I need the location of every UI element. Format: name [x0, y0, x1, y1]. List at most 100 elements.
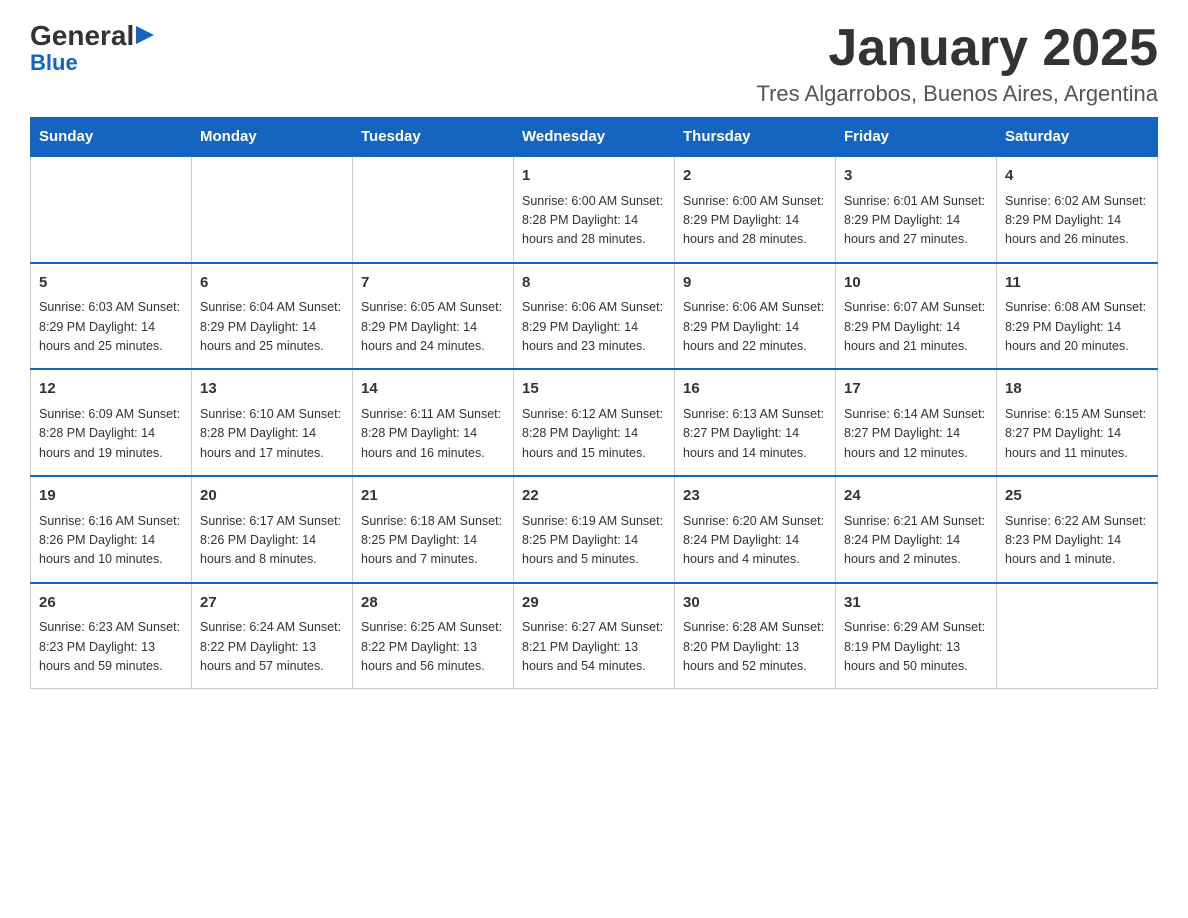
calendar-day: 28 Sunrise: 6:25 AM Sunset: 8:22 PM Dayli…	[353, 583, 514, 689]
day-info: Sunrise: 6:00 AM Sunset: 8:28 PM Dayligh…	[522, 192, 666, 250]
location-title: Tres Algarrobos, Buenos Aires, Argentina	[756, 81, 1158, 107]
calendar-day: 3 Sunrise: 6:01 AM Sunset: 8:29 PM Daylig…	[836, 156, 997, 263]
calendar-day: 25Sunrise: 6:22 AM Sunset: 8:23 PM Dayli…	[997, 476, 1158, 583]
calendar-day: 8 Sunrise: 6:06 AM Sunset: 8:29 PM Daylig…	[514, 263, 675, 370]
day-number: 24	[844, 485, 988, 508]
page-header: General Blue January 2025 Tres Algarrobo…	[30, 20, 1158, 107]
calendar-day	[353, 156, 514, 263]
calendar-week-row: 12 Sunrise: 6:09 AM Sunset: 8:28 PM Dayli…	[31, 369, 1158, 476]
logo-blue: Blue	[30, 52, 78, 74]
calendar-day: 10 Sunrise: 6:07 AM Sunset: 8:29 PM Dayli…	[836, 263, 997, 370]
calendar-week-row: 5Sunrise: 6:03 AM Sunset: 8:29 PM Daylig…	[31, 263, 1158, 370]
calendar-week-row: 1 Sunrise: 6:00 AM Sunset: 8:28 PM Daylig…	[31, 156, 1158, 263]
title-section: January 2025 Tres Algarrobos, Buenos Air…	[756, 20, 1158, 107]
day-number: 8	[522, 272, 666, 295]
day-info: Sunrise: 6:14 AM Sunset: 8:27 PM Dayligh…	[844, 405, 988, 463]
day-number: 23	[683, 485, 827, 508]
calendar-day: 21Sunrise: 6:18 AM Sunset: 8:25 PM Dayli…	[353, 476, 514, 583]
calendar-day: 5Sunrise: 6:03 AM Sunset: 8:29 PM Daylig…	[31, 263, 192, 370]
weekday-header-monday: Monday	[192, 118, 353, 157]
day-info: Sunrise: 6:10 AM Sunset: 8:28 PM Dayligh…	[200, 405, 344, 463]
calendar-day: 20 Sunrise: 6:17 AM Sunset: 8:26 PM Dayli…	[192, 476, 353, 583]
day-info: Sunrise: 6:06 AM Sunset: 8:29 PM Dayligh…	[522, 298, 666, 356]
day-info: Sunrise: 6:28 AM Sunset: 8:20 PM Dayligh…	[683, 618, 827, 676]
weekday-header-saturday: Saturday	[997, 118, 1158, 157]
day-number: 14	[361, 378, 505, 401]
calendar-day: 9 Sunrise: 6:06 AM Sunset: 8:29 PM Daylig…	[675, 263, 836, 370]
day-info: Sunrise: 6:06 AM Sunset: 8:29 PM Dayligh…	[683, 298, 827, 356]
calendar-day: 26Sunrise: 6:23 AM Sunset: 8:23 PM Dayli…	[31, 583, 192, 689]
logo: General Blue	[30, 20, 162, 74]
day-info: Sunrise: 6:27 AM Sunset: 8:21 PM Dayligh…	[522, 618, 666, 676]
day-info: Sunrise: 6:20 AM Sunset: 8:24 PM Dayligh…	[683, 512, 827, 570]
day-info: Sunrise: 6:18 AM Sunset: 8:25 PM Dayligh…	[361, 512, 505, 570]
day-info: Sunrise: 6:07 AM Sunset: 8:29 PM Dayligh…	[844, 298, 988, 356]
day-info: Sunrise: 6:15 AM Sunset: 8:27 PM Dayligh…	[1005, 405, 1149, 463]
day-number: 11	[1005, 272, 1149, 295]
day-number: 10	[844, 272, 988, 295]
day-number: 28	[361, 592, 505, 615]
day-number: 13	[200, 378, 344, 401]
calendar-day: 16 Sunrise: 6:13 AM Sunset: 8:27 PM Dayli…	[675, 369, 836, 476]
day-info: Sunrise: 6:03 AM Sunset: 8:29 PM Dayligh…	[39, 298, 183, 356]
day-number: 3	[844, 165, 988, 188]
weekday-header-wednesday: Wednesday	[514, 118, 675, 157]
day-info: Sunrise: 6:13 AM Sunset: 8:27 PM Dayligh…	[683, 405, 827, 463]
calendar-day: 31 Sunrise: 6:29 AM Sunset: 8:19 PM Dayli…	[836, 583, 997, 689]
calendar-day: 15Sunrise: 6:12 AM Sunset: 8:28 PM Dayli…	[514, 369, 675, 476]
day-info: Sunrise: 6:17 AM Sunset: 8:26 PM Dayligh…	[200, 512, 344, 570]
day-number: 20	[200, 485, 344, 508]
calendar-day	[997, 583, 1158, 689]
day-number: 29	[522, 592, 666, 615]
calendar-table: SundayMondayTuesdayWednesdayThursdayFrid…	[30, 117, 1158, 689]
day-info: Sunrise: 6:09 AM Sunset: 8:28 PM Dayligh…	[39, 405, 183, 463]
calendar-day: 4 Sunrise: 6:02 AM Sunset: 8:29 PM Daylig…	[997, 156, 1158, 263]
day-info: Sunrise: 6:05 AM Sunset: 8:29 PM Dayligh…	[361, 298, 505, 356]
calendar-day: 27 Sunrise: 6:24 AM Sunset: 8:22 PM Dayli…	[192, 583, 353, 689]
day-info: Sunrise: 6:16 AM Sunset: 8:26 PM Dayligh…	[39, 512, 183, 570]
day-number: 27	[200, 592, 344, 615]
day-info: Sunrise: 6:04 AM Sunset: 8:29 PM Dayligh…	[200, 298, 344, 356]
day-info: Sunrise: 6:22 AM Sunset: 8:23 PM Dayligh…	[1005, 512, 1149, 570]
day-info: Sunrise: 6:24 AM Sunset: 8:22 PM Dayligh…	[200, 618, 344, 676]
calendar-day: 7Sunrise: 6:05 AM Sunset: 8:29 PM Daylig…	[353, 263, 514, 370]
day-info: Sunrise: 6:02 AM Sunset: 8:29 PM Dayligh…	[1005, 192, 1149, 250]
calendar-header-row: SundayMondayTuesdayWednesdayThursdayFrid…	[31, 118, 1158, 157]
day-info: Sunrise: 6:29 AM Sunset: 8:19 PM Dayligh…	[844, 618, 988, 676]
day-info: Sunrise: 6:23 AM Sunset: 8:23 PM Dayligh…	[39, 618, 183, 676]
day-number: 18	[1005, 378, 1149, 401]
day-number: 2	[683, 165, 827, 188]
day-info: Sunrise: 6:11 AM Sunset: 8:28 PM Dayligh…	[361, 405, 505, 463]
calendar-day: 13 Sunrise: 6:10 AM Sunset: 8:28 PM Dayli…	[192, 369, 353, 476]
day-number: 17	[844, 378, 988, 401]
day-info: Sunrise: 6:01 AM Sunset: 8:29 PM Dayligh…	[844, 192, 988, 250]
logo-general: General	[30, 20, 134, 52]
calendar-day: 19 Sunrise: 6:16 AM Sunset: 8:26 PM Dayli…	[31, 476, 192, 583]
day-number: 19	[39, 485, 183, 508]
calendar-day: 11 Sunrise: 6:08 AM Sunset: 8:29 PM Dayli…	[997, 263, 1158, 370]
day-info: Sunrise: 6:25 AM Sunset: 8:22 PM Dayligh…	[361, 618, 505, 676]
weekday-header-tuesday: Tuesday	[353, 118, 514, 157]
day-info: Sunrise: 6:12 AM Sunset: 8:28 PM Dayligh…	[522, 405, 666, 463]
day-number: 12	[39, 378, 183, 401]
day-number: 4	[1005, 165, 1149, 188]
calendar-day: 29 Sunrise: 6:27 AM Sunset: 8:21 PM Dayli…	[514, 583, 675, 689]
logo-arrow-icon	[136, 22, 162, 48]
calendar-day: 24 Sunrise: 6:21 AM Sunset: 8:24 PM Dayli…	[836, 476, 997, 583]
day-number: 9	[683, 272, 827, 295]
day-info: Sunrise: 6:21 AM Sunset: 8:24 PM Dayligh…	[844, 512, 988, 570]
weekday-header-friday: Friday	[836, 118, 997, 157]
calendar-day: 6Sunrise: 6:04 AM Sunset: 8:29 PM Daylig…	[192, 263, 353, 370]
calendar-day: 30 Sunrise: 6:28 AM Sunset: 8:20 PM Dayli…	[675, 583, 836, 689]
calendar-day: 17 Sunrise: 6:14 AM Sunset: 8:27 PM Dayli…	[836, 369, 997, 476]
day-number: 16	[683, 378, 827, 401]
weekday-header-thursday: Thursday	[675, 118, 836, 157]
day-info: Sunrise: 6:08 AM Sunset: 8:29 PM Dayligh…	[1005, 298, 1149, 356]
day-number: 31	[844, 592, 988, 615]
day-info: Sunrise: 6:19 AM Sunset: 8:25 PM Dayligh…	[522, 512, 666, 570]
day-number: 1	[522, 165, 666, 188]
calendar-week-row: 26Sunrise: 6:23 AM Sunset: 8:23 PM Dayli…	[31, 583, 1158, 689]
weekday-header-sunday: Sunday	[31, 118, 192, 157]
day-number: 30	[683, 592, 827, 615]
calendar-day: 12 Sunrise: 6:09 AM Sunset: 8:28 PM Dayli…	[31, 369, 192, 476]
